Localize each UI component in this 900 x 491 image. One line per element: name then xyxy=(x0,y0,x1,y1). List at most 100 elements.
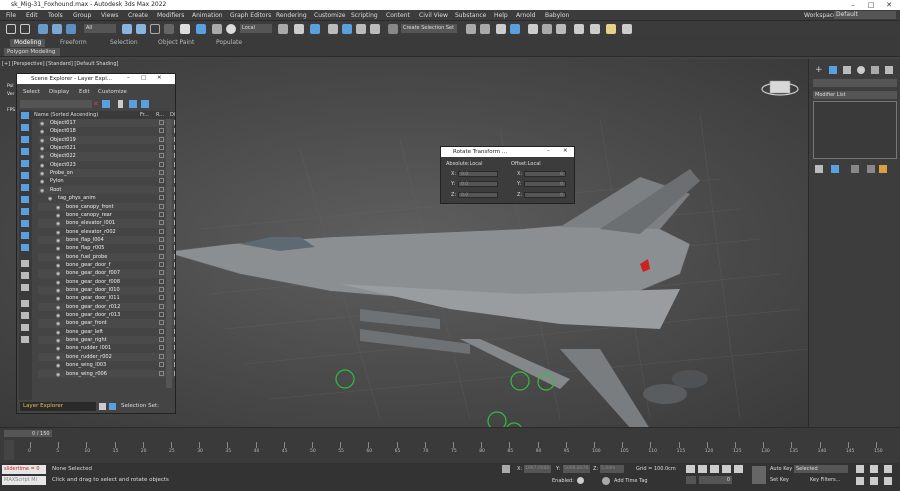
explorer-menu-edit[interactable]: Edit xyxy=(79,89,90,95)
render-production-icon[interactable] xyxy=(606,24,616,34)
play-icon[interactable] xyxy=(710,465,719,473)
add-time-tag-button[interactable]: Add Time Tag xyxy=(614,478,648,484)
renderable-toggle[interactable] xyxy=(174,128,175,134)
zoom-extents-icon[interactable] xyxy=(884,465,892,473)
renderable-toggle[interactable] xyxy=(174,236,175,242)
viewport-label[interactable]: [+] [Perspective] [Standard] [Default Sh… xyxy=(2,61,118,67)
hierarchy-icon[interactable] xyxy=(129,100,137,108)
renderable-toggle[interactable] xyxy=(174,353,175,359)
renderable-toggle[interactable] xyxy=(174,370,175,376)
explorer-row[interactable]: ◉ bone_wing_r006 xyxy=(38,369,175,378)
column-name[interactable]: Name (Sorted Ascending) xyxy=(34,111,98,119)
renderable-toggle[interactable] xyxy=(174,270,175,276)
freeze-toggle[interactable] xyxy=(159,295,164,301)
key-selection-dropdown[interactable]: Selected xyxy=(794,465,848,473)
explorer-row[interactable]: ◉ bone_rudder_l001 xyxy=(38,344,175,352)
freeze-toggle[interactable] xyxy=(159,328,164,334)
freeze-toggle[interactable] xyxy=(159,120,164,125)
render-in-cloud-icon[interactable] xyxy=(622,24,632,34)
modifier-list-dropdown[interactable]: Modifier List xyxy=(813,91,897,99)
close-icon[interactable]: ✕ xyxy=(563,148,568,154)
explorer-row[interactable]: ◉ Object017 xyxy=(38,119,175,128)
clear-search-icon[interactable]: ✕ xyxy=(93,100,99,108)
freeze-toggle[interactable] xyxy=(159,153,164,159)
menu-scripting[interactable]: Scripting xyxy=(351,12,378,19)
current-frame-field[interactable]: 0 xyxy=(699,476,732,484)
rendered-frame-window-icon[interactable] xyxy=(590,24,600,34)
schematic-view-icon[interactable] xyxy=(542,24,552,34)
explorer-row[interactable]: ◉ bone_gear_right xyxy=(38,336,175,345)
explorer-menu-customize[interactable]: Customize xyxy=(98,89,127,95)
go-to-end-icon[interactable] xyxy=(734,465,743,473)
selection-set-dropdown[interactable]: Create Selection Set xyxy=(401,24,457,33)
timeline-ruler[interactable]: 0 5 10 15 20 25 30 35 40 45 50 55 60 65 70 75 80 85 90 95 10… xyxy=(0,428,900,464)
isolate-selection-icon[interactable] xyxy=(502,465,510,473)
align-icon[interactable] xyxy=(480,24,490,34)
off-x-spinner[interactable]: 0 xyxy=(524,171,566,177)
tab-modeling[interactable]: Modeling xyxy=(10,39,46,47)
explorer-row[interactable]: ◉ bone_gear_door_l010 xyxy=(38,286,175,295)
freeze-toggle[interactable] xyxy=(159,353,164,359)
tab-selection[interactable]: Selection xyxy=(110,39,138,47)
renderable-toggle[interactable] xyxy=(174,170,175,176)
explorer-row[interactable]: ◉ Object023 xyxy=(38,161,175,169)
explorer-tree[interactable]: ◉ Object017 ◉ Object018 ◉ Object019 ◉ Object021… xyxy=(17,119,175,388)
make-unique-icon[interactable] xyxy=(851,165,859,173)
renderable-toggle[interactable] xyxy=(174,145,175,151)
menu-file[interactable]: File xyxy=(6,12,16,19)
maxscript-mini-listener[interactable]: MAXScript Mi xyxy=(2,476,46,485)
zoom-all-icon[interactable] xyxy=(870,465,878,473)
hierarchy-tab-icon[interactable] xyxy=(843,66,851,74)
select-by-name-icon[interactable] xyxy=(136,24,146,34)
freeze-toggle[interactable] xyxy=(159,270,164,276)
explorer-scrollbar[interactable] xyxy=(166,119,172,388)
material-editor-icon[interactable] xyxy=(556,24,566,34)
renderable-toggle[interactable] xyxy=(174,287,175,292)
rotate-transform-dialog[interactable]: Rotate Transform ... – ✕ Absolute:Local … xyxy=(440,146,575,204)
minimize-icon[interactable]: – xyxy=(547,148,550,154)
renderable-toggle[interactable] xyxy=(174,211,175,217)
edit-named-selection-icon[interactable] xyxy=(388,24,398,34)
explorer-row[interactable]: ◉ Probe_on xyxy=(38,169,175,178)
keyboard-shortcut-override-icon[interactable] xyxy=(310,24,320,34)
freeze-toggle[interactable] xyxy=(159,203,164,209)
set-key-button[interactable]: Set Key xyxy=(770,477,789,483)
column-frozen[interactable]: Fr... xyxy=(140,111,149,119)
minimize-icon[interactable]: – xyxy=(846,0,860,10)
freeze-toggle[interactable] xyxy=(159,278,164,284)
column-display[interactable]: Di xyxy=(170,111,175,119)
selection-set-icon[interactable] xyxy=(109,403,116,410)
time-tag-icon[interactable] xyxy=(602,477,610,485)
menu-help[interactable]: Help xyxy=(494,12,508,19)
renderable-toggle[interactable] xyxy=(174,161,175,167)
explorer-row[interactable]: ◉ bone_flap_r005 xyxy=(38,244,175,252)
modify-tab-icon[interactable] xyxy=(829,66,837,74)
renderable-toggle[interactable] xyxy=(174,320,175,326)
rotate-icon[interactable] xyxy=(196,24,206,34)
selection-filter-dropdown[interactable]: All xyxy=(84,24,116,33)
menu-group[interactable]: Group xyxy=(73,12,91,19)
off-y-spinner[interactable]: 0 xyxy=(524,181,566,187)
go-to-start-icon[interactable] xyxy=(686,465,695,473)
renderable-toggle[interactable] xyxy=(174,337,175,343)
menu-tools[interactable]: Tools xyxy=(48,12,63,19)
explorer-row[interactable]: ◉ Object021 xyxy=(38,144,175,152)
workspaces-dropdown[interactable]: Default xyxy=(834,11,896,19)
explorer-menu-display[interactable]: Display xyxy=(49,89,69,95)
previous-frame-icon[interactable] xyxy=(698,465,707,473)
modifier-stack[interactable] xyxy=(813,101,897,159)
explorer-row[interactable]: ◉ bone_gear_door_l011 xyxy=(38,294,175,302)
lock-icon[interactable] xyxy=(118,100,123,108)
renderable-toggle[interactable] xyxy=(174,303,175,309)
create-tab-icon[interactable]: + xyxy=(815,65,825,75)
renderable-toggle[interactable] xyxy=(174,245,175,251)
freeze-toggle[interactable] xyxy=(159,236,164,242)
freeze-toggle[interactable] xyxy=(159,145,164,151)
renderable-toggle[interactable] xyxy=(174,278,175,284)
explorer-row[interactable]: ◉ bone_gear_door_f008 xyxy=(38,278,175,286)
object-name-field[interactable] xyxy=(813,79,897,87)
layer-stack-icon[interactable] xyxy=(99,403,106,410)
orbit-icon[interactable] xyxy=(884,477,892,485)
key-mode-icon[interactable] xyxy=(686,476,696,484)
freeze-toggle[interactable] xyxy=(159,128,164,134)
